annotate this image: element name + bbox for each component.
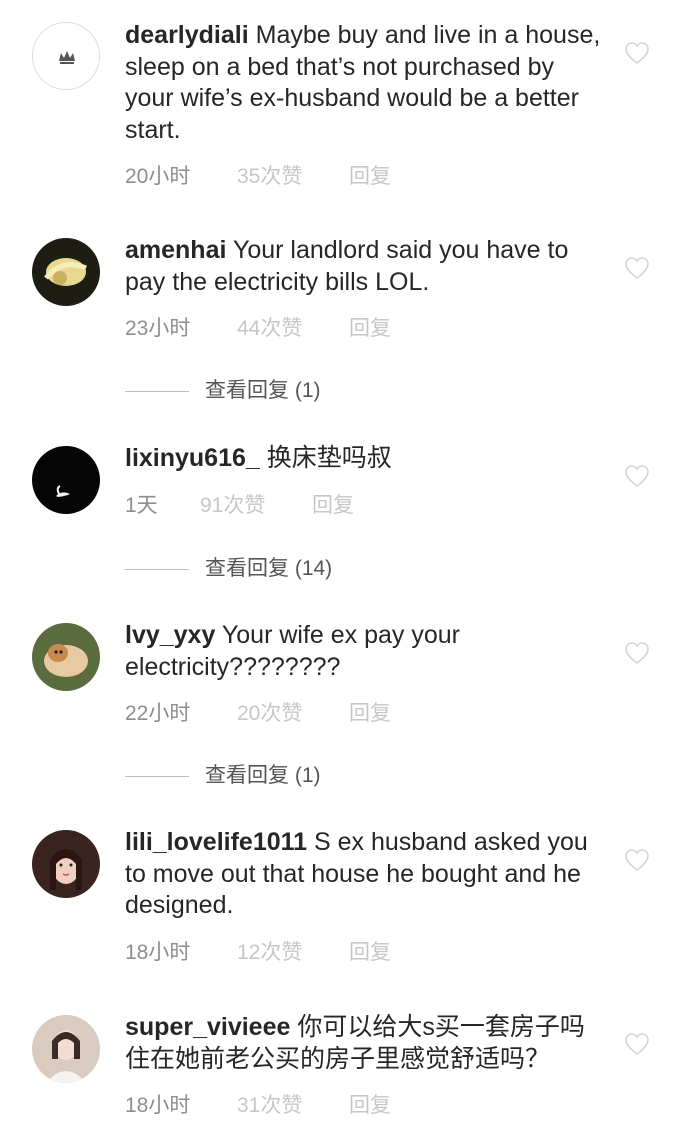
like-count[interactable]: 35次赞: [237, 160, 349, 190]
heart-icon[interactable]: [624, 641, 650, 665]
comment-body: 换床垫吗叔: [266, 444, 392, 472]
swan-avatar-icon: [32, 446, 100, 514]
crown-logo-icon: [33, 23, 99, 89]
timestamp: 1天: [125, 493, 158, 517]
timestamp: 20小时: [125, 165, 191, 188]
username[interactable]: lixinyu616_: [125, 444, 260, 472]
cat-avatar-icon: [32, 623, 100, 691]
divider: [125, 390, 189, 392]
timestamp: 22小时: [125, 702, 191, 725]
avatar[interactable]: [32, 623, 100, 691]
username[interactable]: lvy_yxy: [125, 621, 215, 649]
like-count[interactable]: 91次赞: [200, 489, 312, 519]
comment-text: amenhai Your landlord said you have to p…: [125, 235, 605, 298]
view-replies-label: 查看回复 (1): [205, 764, 321, 787]
timestamp: 18小时: [125, 940, 191, 964]
view-replies-button[interactable]: 查看回复 (1): [125, 759, 321, 789]
comment-text: dearlydiali Maybe buy and live in a hous…: [125, 20, 605, 146]
avatar[interactable]: [32, 238, 100, 306]
portrait-avatar-icon: [32, 1015, 100, 1083]
heart-icon[interactable]: [624, 41, 650, 65]
reply-button[interactable]: 回复: [349, 697, 391, 727]
heart-icon[interactable]: [624, 848, 650, 872]
view-replies-label: 查看回复 (14): [205, 557, 333, 580]
heart-icon[interactable]: [624, 1032, 650, 1056]
avatar[interactable]: [32, 446, 100, 514]
timestamp: 23小时: [125, 317, 191, 340]
avatar-image-icon: [32, 238, 100, 306]
comment-text: super_vivieee 你可以给大s买一套房子吗 住在她前老公买的房子里感觉…: [125, 1012, 605, 1075]
reply-button[interactable]: 回复: [349, 1089, 391, 1119]
username[interactable]: dearlydiali: [125, 21, 249, 49]
portrait-avatar-icon: [32, 830, 100, 898]
reply-button[interactable]: 回复: [349, 936, 391, 966]
like-count[interactable]: 12次赞: [237, 936, 349, 966]
comment-text: lili_lovelife1011 S ex husband asked you…: [125, 827, 605, 922]
avatar[interactable]: [32, 830, 100, 898]
like-count[interactable]: 31次赞: [237, 1089, 349, 1119]
view-replies-button[interactable]: 查看回复 (14): [125, 552, 332, 582]
divider: [125, 775, 189, 777]
divider: [125, 568, 189, 570]
username[interactable]: super_vivieee: [125, 1013, 290, 1041]
heart-icon[interactable]: [624, 464, 650, 488]
view-replies-label: 查看回复 (1): [205, 379, 321, 402]
timestamp: 18小时: [125, 1094, 191, 1117]
reply-button[interactable]: 回复: [349, 160, 391, 190]
like-count[interactable]: 44次赞: [237, 312, 349, 342]
view-replies-button[interactable]: 查看回复 (1): [125, 374, 321, 404]
comment-text: lvy_yxy Your wife ex pay your electricit…: [125, 620, 605, 683]
avatar[interactable]: [32, 1015, 100, 1083]
heart-icon[interactable]: [624, 256, 650, 280]
avatar[interactable]: [32, 22, 100, 90]
reply-button[interactable]: 回复: [349, 312, 391, 342]
reply-button[interactable]: 回复: [312, 489, 354, 519]
username[interactable]: amenhai: [125, 236, 226, 264]
like-count[interactable]: 20次赞: [237, 697, 349, 727]
username[interactable]: lili_lovelife1011: [125, 828, 307, 856]
comment-text: lixinyu616_ 换床垫吗叔: [125, 443, 605, 475]
